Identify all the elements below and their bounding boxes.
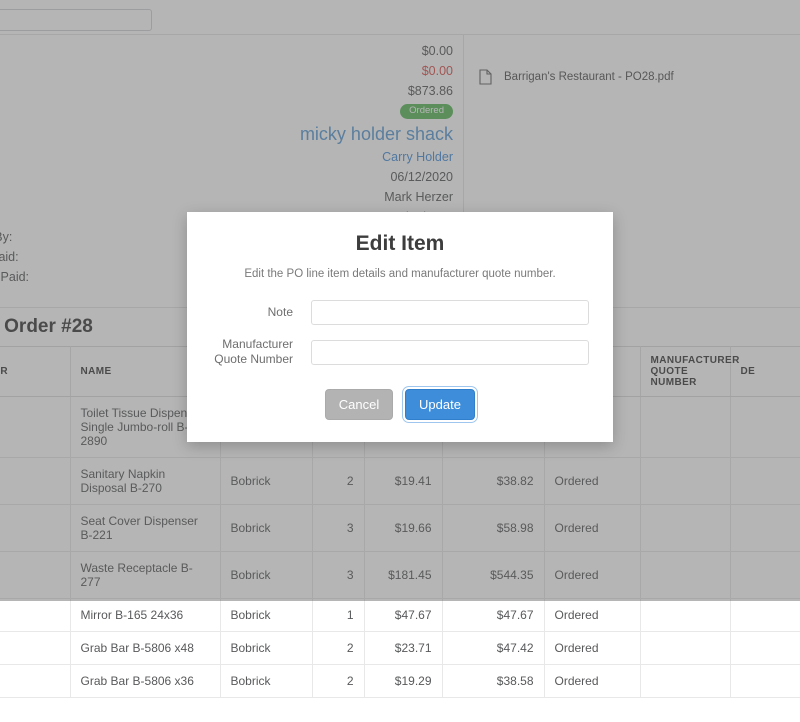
cell-description [730, 631, 800, 665]
note-label: Note [267, 305, 293, 319]
table-footer-gap [0, 698, 800, 722]
cell-status: Ordered [544, 664, 641, 698]
cell-price: $19.29 [364, 664, 443, 698]
cell-quantity: 2 [312, 664, 365, 698]
edit-item-modal: Edit Item Edit the PO line item details … [187, 212, 613, 442]
cell-name: Grab Bar B-5806 x36 [70, 664, 221, 698]
note-form-row: Note [211, 300, 589, 325]
cell-manufacturer: Bobrick [220, 664, 313, 698]
cell-description [730, 598, 800, 632]
cell-quantity: 2 [312, 631, 365, 665]
cell-price: $23.71 [364, 631, 443, 665]
cell-description [730, 664, 800, 698]
table-row[interactable]: x48 Grab Bar B-5806 x48 Bobrick 2 $23.71… [0, 631, 800, 665]
cell-extended: $47.42 [442, 631, 545, 665]
cell-quote-number [640, 631, 731, 665]
cell-part-number: 2436 [0, 598, 71, 632]
cell-manufacturer: Bobrick [220, 598, 313, 632]
modal-actions: Cancel Update [211, 389, 589, 420]
quote-number-form-row: Manufacturer Quote Number [211, 337, 589, 367]
quote-number-input[interactable] [311, 339, 589, 365]
cell-quote-number [640, 598, 731, 632]
update-button[interactable]: Update [405, 389, 475, 420]
quote-number-label-line1: Manufacturer [222, 337, 293, 351]
cell-quote-number [640, 664, 731, 698]
note-input[interactable] [311, 300, 589, 325]
cell-quantity: 1 [312, 598, 365, 632]
cell-status: Ordered [544, 631, 641, 665]
table-row[interactable]: 2436 Mirror B-165 24x36 Bobrick 1 $47.67… [0, 598, 800, 632]
cell-name: Mirror B-165 24x36 [70, 598, 221, 632]
quote-number-label-line2: Quote Number [214, 352, 293, 366]
cell-manufacturer: Bobrick [220, 631, 313, 665]
cell-extended: $47.67 [442, 598, 545, 632]
cell-status: Ordered [544, 598, 641, 632]
cell-part-number: x36 [0, 664, 71, 698]
quote-number-label: Manufacturer Quote Number [211, 337, 311, 367]
cell-extended: $38.58 [442, 664, 545, 698]
table-row[interactable]: x36 Grab Bar B-5806 x36 Bobrick 2 $19.29… [0, 664, 800, 698]
cell-part-number: x48 [0, 631, 71, 665]
modal-title: Edit Item [355, 232, 445, 255]
cell-name: Grab Bar B-5806 x48 [70, 631, 221, 665]
modal-subtitle: Edit the PO line item details and manufa… [244, 268, 556, 280]
cell-price: $47.67 [364, 598, 443, 632]
cancel-button[interactable]: Cancel [325, 389, 393, 420]
